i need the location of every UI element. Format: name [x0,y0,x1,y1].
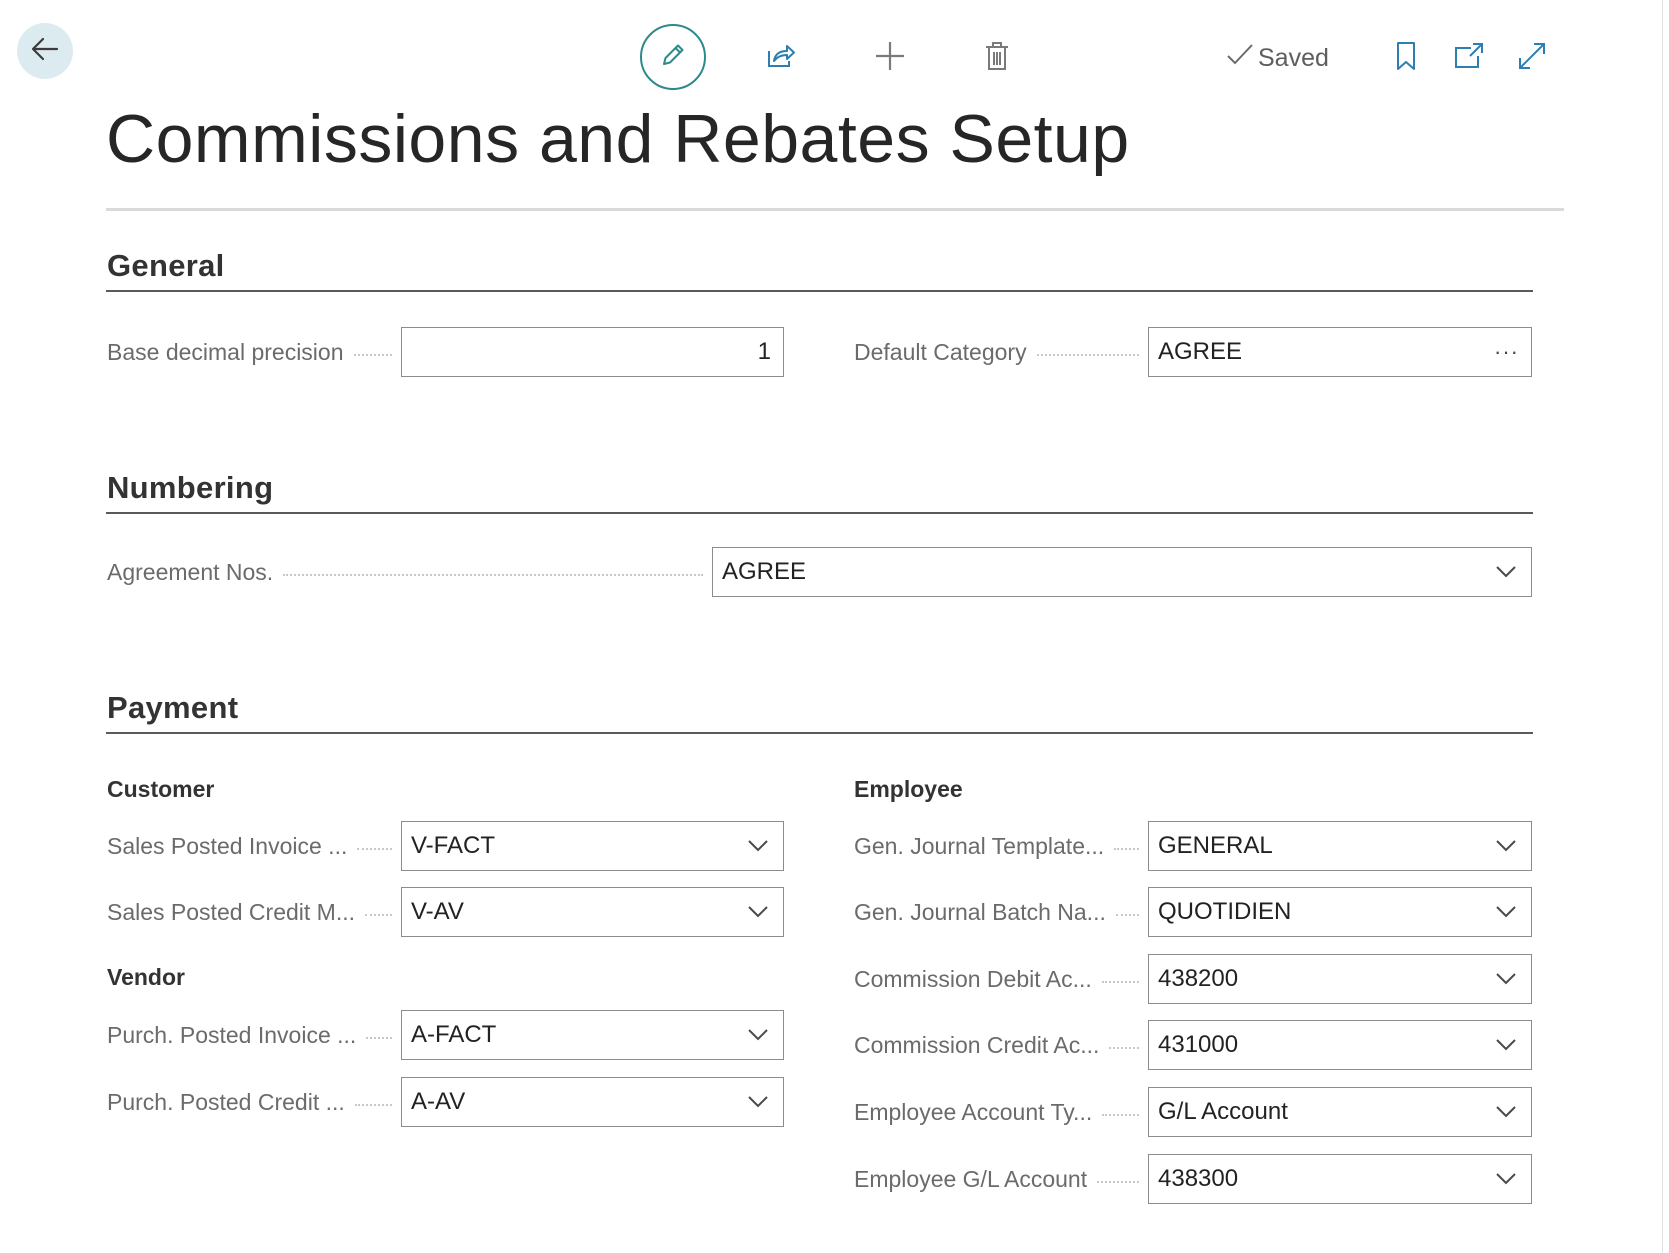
new-button[interactable] [870,38,910,78]
saved-status: Saved [1226,38,1329,78]
commission-credit-account-field[interactable]: 431000 [1148,1020,1532,1070]
sales-posted-invoice-field[interactable]: V-FACT [401,821,784,871]
section-general-title[interactable]: General [107,248,225,284]
gen-journal-batch-name-label: Gen. Journal Batch Na... [854,887,1149,937]
plus-icon [874,40,906,77]
chevron-down-icon[interactable] [1493,899,1519,925]
chevron-down-icon[interactable] [745,899,771,925]
employee-gl-account-label: Employee G/L Account [854,1154,1149,1204]
delete-button[interactable] [977,38,1017,78]
default-category-field[interactable]: AGREE ··· [1148,327,1532,377]
pencil-icon [658,40,688,75]
section-payment-divider [106,732,1533,734]
chevron-down-icon[interactable] [1493,1166,1519,1192]
purch-posted-invoice-label: Purch. Posted Invoice ... [107,1010,402,1060]
employee-gl-account-field[interactable]: 438300 [1148,1154,1532,1204]
default-category-label: Default Category [854,327,1149,377]
commission-debit-account-label: Commission Debit Ac... [854,954,1149,1004]
commission-credit-account-label: Commission Credit Ac... [854,1020,1149,1070]
agreement-nos-label: Agreement Nos. [107,547,713,597]
chevron-down-icon[interactable] [1493,559,1519,585]
agreement-nos-field[interactable]: AGREE [712,547,1532,597]
expand-button[interactable] [1512,38,1552,78]
employee-account-type-field[interactable]: G/L Account [1148,1087,1532,1137]
gen-journal-batch-name-field[interactable]: QUOTIDIEN [1148,887,1532,937]
back-button[interactable] [17,23,73,79]
section-numbering-divider [106,512,1533,514]
employee-group-title: Employee [854,776,963,802]
section-payment-title[interactable]: Payment [107,690,238,726]
share-icon [765,41,797,76]
chevron-down-icon[interactable] [745,833,771,859]
chevron-down-icon[interactable] [1493,966,1519,992]
edit-button[interactable] [640,24,706,90]
chevron-down-icon[interactable] [1493,833,1519,859]
gen-journal-template-label: Gen. Journal Template... [854,821,1149,871]
customer-group-title: Customer [107,776,215,802]
trash-icon [983,40,1011,77]
bookmark-button[interactable] [1386,38,1426,78]
arrow-left-icon [30,34,60,69]
open-in-new-window-icon [1453,41,1485,76]
purch-posted-credit-memo-label: Purch. Posted Credit ... [107,1077,402,1127]
bookmark-icon [1394,40,1418,77]
window-edge [1662,0,1669,1253]
open-new-window-button[interactable] [1449,38,1489,78]
purch-posted-invoice-field[interactable]: A-FACT [401,1010,784,1060]
expand-icon [1516,40,1548,77]
chevron-down-icon[interactable] [1493,1032,1519,1058]
ellipsis-icon[interactable]: ··· [1494,339,1519,365]
saved-label: Saved [1258,43,1329,72]
sales-posted-credit-memo-label: Sales Posted Credit M... [107,887,402,937]
sales-posted-invoice-label: Sales Posted Invoice ... [107,821,402,871]
page: Saved Commissions and Rebates Setup Gene… [0,0,1669,1253]
chevron-down-icon[interactable] [745,1089,771,1115]
share-button[interactable] [761,38,801,78]
page-title: Commissions and Rebates Setup [106,101,1130,177]
base-decimal-precision-label: Base decimal precision [107,327,402,377]
employee-account-type-label: Employee Account Ty... [854,1087,1149,1137]
gen-journal-template-field[interactable]: GENERAL [1148,821,1532,871]
checkmark-icon [1226,42,1254,75]
vendor-group-title: Vendor [107,964,185,990]
chevron-down-icon[interactable] [745,1022,771,1048]
section-general-divider [106,290,1533,292]
purch-posted-credit-memo-field[interactable]: A-AV [401,1077,784,1127]
title-divider [106,208,1564,211]
base-decimal-precision-field[interactable]: 1 [401,327,784,377]
commission-debit-account-field[interactable]: 438200 [1148,954,1532,1004]
chevron-down-icon[interactable] [1493,1099,1519,1125]
sales-posted-credit-memo-field[interactable]: V-AV [401,887,784,937]
section-numbering-title[interactable]: Numbering [107,470,273,506]
